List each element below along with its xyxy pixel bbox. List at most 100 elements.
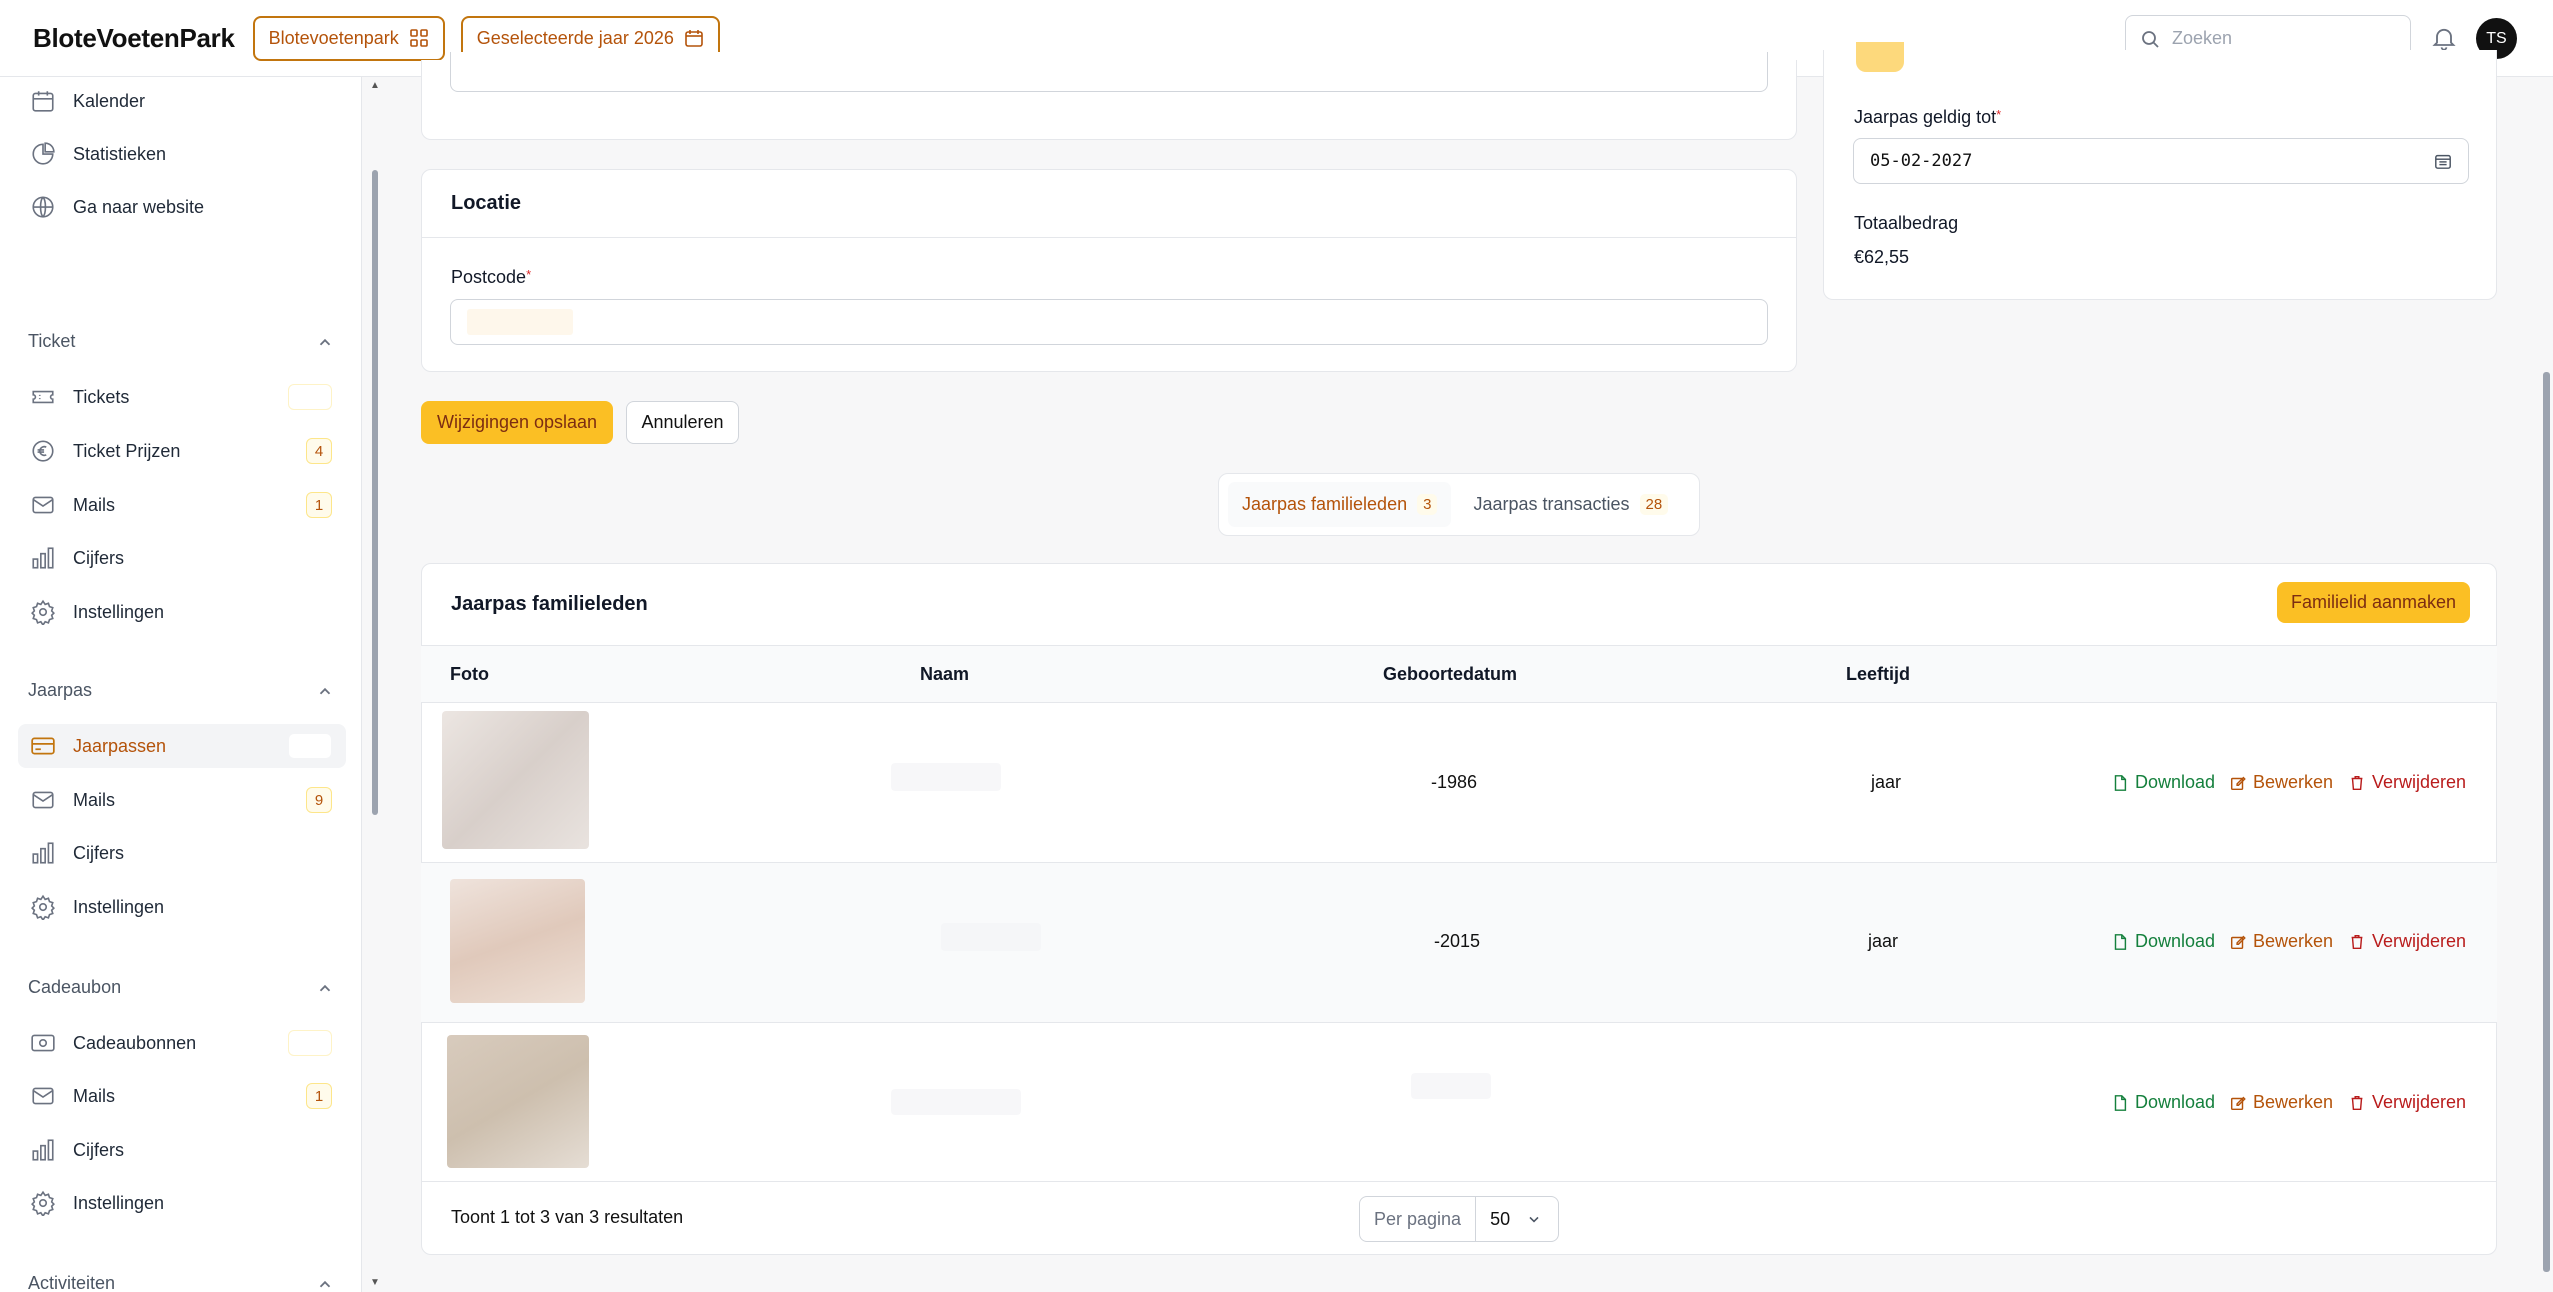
column-header[interactable]: Leeftijd [1846, 664, 1910, 685]
sidebar-item-cadeaubon-instellingen[interactable]: Instellingen [18, 1181, 346, 1225]
redacted-name [891, 1089, 1021, 1115]
per-page-value-wrap[interactable]: 50 [1476, 1209, 1542, 1230]
globe-icon [32, 196, 54, 218]
bell-icon[interactable] [2430, 24, 2458, 52]
sidebar-item-cadeaubon-cijfers[interactable]: Cijfers [18, 1128, 346, 1172]
column-header[interactable]: Foto [450, 664, 489, 685]
brand-logo[interactable]: BloteVoetenPark [33, 23, 235, 54]
sidebar-item-cadeaubonnen[interactable]: Cadeaubonnen [18, 1021, 346, 1065]
euro-icon [32, 440, 54, 462]
results-summary: Toont 1 tot 3 van 3 resultaten [451, 1207, 684, 1227]
member-photo[interactable] [442, 711, 589, 849]
column-header[interactable]: Geboortedatum [1383, 664, 1517, 685]
sidebar-item-jaarpas-instellingen[interactable]: Instellingen [18, 885, 346, 929]
sidebar-item-jaarpas-cijfers[interactable]: Cijfers [18, 831, 346, 875]
per-page-select[interactable]: Per pagina 50 [1359, 1196, 1559, 1242]
edit-icon [2230, 776, 2246, 790]
park-selector[interactable]: Blotevoetenpark [252, 15, 445, 61]
total-label: Totaalbedrag [1854, 213, 1959, 233]
bar-chart-icon [32, 1139, 54, 1161]
save-button[interactable]: Wijzigingen opslaan [421, 401, 613, 444]
cancel-button[interactable]: Annuleren [626, 401, 739, 444]
redacted-birthdate [1411, 1073, 1491, 1099]
section-cadeaubon[interactable]: Cadeaubon [28, 977, 334, 998]
action-label: Verwijderen [2372, 772, 2467, 792]
table-row: -1986 jaar Download Bewerken Verwijderen [421, 703, 2497, 863]
sidebar-scrollbar[interactable] [372, 170, 378, 815]
download-button[interactable]: Download [2111, 931, 2215, 952]
postcode-input[interactable] [450, 299, 1768, 345]
sidebar-item-kalender[interactable]: Kalender [18, 79, 346, 123]
age-cell: jaar [1871, 772, 1902, 792]
count-badge [288, 733, 332, 759]
section-activiteiten[interactable]: Activiteiten [28, 1273, 334, 1292]
sidebar-item-cadeaubon-mails[interactable]: Mails 1 [18, 1074, 346, 1118]
chevron-down-icon [1529, 1216, 1539, 1223]
edit-button[interactable]: Bewerken [2229, 931, 2333, 952]
sidebar-item-jaarpassen[interactable]: Jaarpassen [18, 724, 346, 768]
action-label: Verwijderen [2372, 1092, 2467, 1112]
age-cell: jaar [1868, 931, 1899, 951]
tab-count: 3 [1417, 494, 1438, 515]
edit-button[interactable]: Bewerken [2229, 772, 2333, 793]
count-badge [288, 1030, 332, 1056]
column-header[interactable]: Naam [920, 664, 969, 685]
member-photo[interactable] [450, 879, 585, 1003]
scroll-down-arrow[interactable]: ▼ [370, 1277, 380, 1288]
sidebar-item-website[interactable]: Ga naar website [18, 185, 346, 229]
settings-icon [31, 894, 55, 920]
sidebar-item-tickets[interactable]: Tickets [18, 375, 346, 419]
section-ticket[interactable]: Ticket [28, 331, 334, 352]
divider [422, 237, 1796, 238]
search-icon [2142, 30, 2159, 48]
redacted-name [891, 763, 1001, 791]
member-photo[interactable] [447, 1035, 589, 1168]
sidebar-item-label: Ticket Prijzen [73, 440, 181, 461]
year-selector-label: Geselecteerde jaar 2026 [476, 27, 674, 48]
count-badge: 9 [306, 787, 332, 813]
calendar-icon [32, 91, 54, 112]
sidebar-item-label: Cijfers [73, 547, 125, 568]
toggle-switch[interactable] [1856, 42, 1904, 72]
table-row: Download Bewerken Verwijderen [421, 1023, 2497, 1182]
sidebar-item-label: Cadeaubonnen [73, 1032, 197, 1053]
per-page-value: 50 [1490, 1208, 1511, 1229]
tab-label: Jaarpas transacties [1473, 494, 1630, 514]
edit-button[interactable]: Bewerken [2229, 1092, 2333, 1113]
file-icon [2114, 774, 2127, 791]
main-scrollbar[interactable] [2543, 372, 2550, 1272]
calendar-icon[interactable] [2434, 152, 2452, 170]
tab-familieleden[interactable]: Jaarpas familieleden 3 [1228, 482, 1452, 527]
pie-chart-icon [32, 142, 55, 165]
sidebar-item-jaarpas-mails[interactable]: Mails 9 [18, 778, 346, 822]
sidebar-item-ticket-mails[interactable]: Mails 1 [18, 483, 346, 527]
location-card: Locatie Postcode* [421, 169, 1797, 372]
search-input[interactable] [2172, 28, 2392, 49]
download-button[interactable]: Download [2111, 772, 2215, 793]
action-label: Download [2135, 1092, 2216, 1112]
previous-field-input[interactable] [450, 52, 1768, 92]
valid-until-input[interactable]: 05-02-2027 [1853, 138, 2469, 184]
trash-icon [2351, 1095, 2363, 1110]
action-label: Verwijderen [2372, 931, 2467, 951]
sidebar-item-label: Instellingen [73, 601, 165, 622]
mail-icon [32, 791, 54, 809]
tab-transacties[interactable]: Jaarpas transacties 28 [1459, 482, 1682, 527]
count-badge: 1 [306, 492, 332, 518]
sidebar-item-ticket-instellingen[interactable]: Instellingen [18, 590, 346, 634]
sidebar-item-ticket-prijzen[interactable]: Ticket Prijzen 4 [18, 429, 346, 473]
delete-button[interactable]: Verwijderen [2348, 931, 2466, 952]
sidebar-item-ticket-cijfers[interactable]: Cijfers [18, 536, 346, 580]
sidebar-item-label: Ga naar website [73, 196, 205, 217]
sidebar-item-label: Cijfers [73, 1139, 125, 1160]
park-selector-label: Blotevoetenpark [268, 27, 399, 48]
delete-button[interactable]: Verwijderen [2348, 772, 2466, 793]
table-header: Foto Naam Geboortedatum Leeftijd [421, 645, 2497, 703]
sidebar-item-statistieken[interactable]: Statistieken [18, 132, 346, 176]
scroll-up-arrow[interactable]: ▲ [370, 80, 380, 91]
download-button[interactable]: Download [2111, 1092, 2215, 1113]
delete-button[interactable]: Verwijderen [2348, 1092, 2466, 1113]
section-jaarpas[interactable]: Jaarpas [28, 680, 334, 701]
birthdate-cell: -2015 [1434, 931, 1481, 951]
create-member-button[interactable]: Familielid aanmaken [2277, 582, 2470, 623]
